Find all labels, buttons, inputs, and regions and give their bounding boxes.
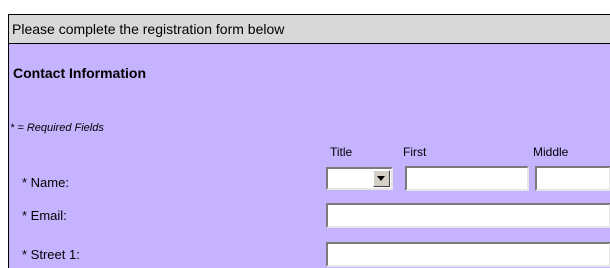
first-name-input[interactable] <box>405 166 529 191</box>
registration-form: Please complete the registration form be… <box>8 14 610 268</box>
title-column-label: Title <box>330 145 353 159</box>
title-select[interactable] <box>326 167 393 190</box>
section-title: Contact Information <box>13 65 146 81</box>
email-label: * Email: <box>22 208 67 223</box>
dropdown-arrow-icon[interactable] <box>373 170 390 187</box>
middle-name-column-label: Middle <box>533 145 569 159</box>
name-label: * Name: <box>22 175 69 190</box>
email-input[interactable] <box>326 203 610 228</box>
required-fields-note: * = Required Fields <box>10 122 104 134</box>
first-name-column-label: First <box>403 145 427 159</box>
middle-name-input[interactable] <box>535 166 610 191</box>
form-instructions-banner: Please complete the registration form be… <box>9 15 610 44</box>
street-1-label: * Street 1: <box>22 247 80 262</box>
street-1-input[interactable] <box>326 242 610 267</box>
